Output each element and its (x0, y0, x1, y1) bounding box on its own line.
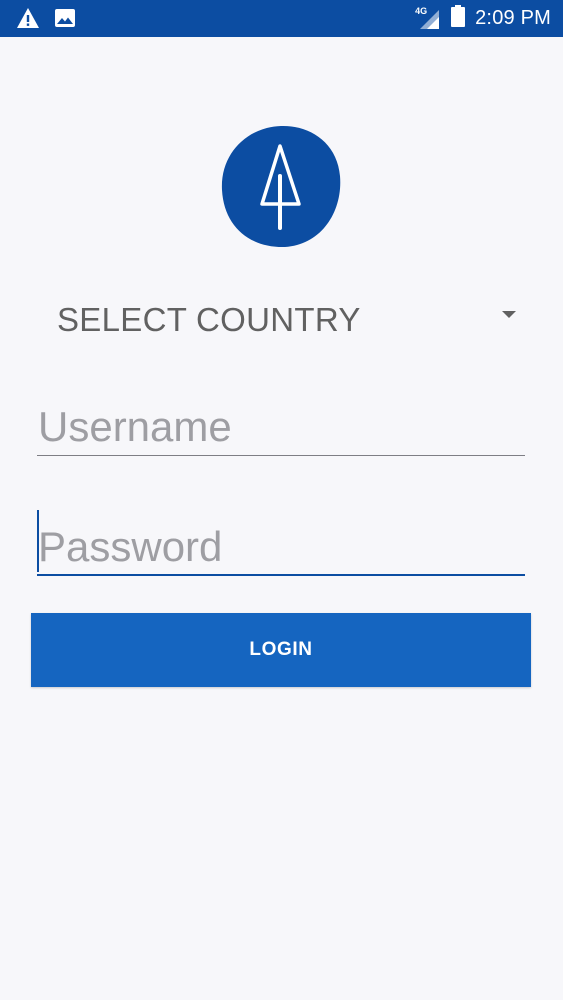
username-field-container (37, 398, 525, 456)
username-input[interactable] (37, 398, 525, 456)
login-button[interactable]: LOGIN (31, 613, 531, 687)
app-logo (221, 124, 341, 248)
signal-icon: 4G (415, 6, 441, 30)
status-bar-system: 4G 2:09 PM (415, 0, 551, 37)
tree-logo-icon (221, 125, 341, 248)
password-field-container (37, 510, 525, 576)
status-bar: 4G 2:09 PM (0, 0, 563, 37)
battery-icon (451, 5, 466, 32)
text-cursor (37, 510, 39, 572)
warning-icon (16, 7, 40, 34)
clock: 2:09 PM (475, 7, 551, 29)
password-input[interactable] (37, 518, 525, 576)
image-icon (54, 8, 76, 33)
password-underline (37, 574, 525, 576)
country-dropdown-label: SELECT COUNTRY (57, 301, 361, 338)
country-dropdown[interactable]: SELECT COUNTRY (38, 292, 524, 348)
status-bar-notifications (16, 7, 76, 34)
username-underline (37, 455, 525, 456)
chevron-down-icon (502, 311, 516, 318)
